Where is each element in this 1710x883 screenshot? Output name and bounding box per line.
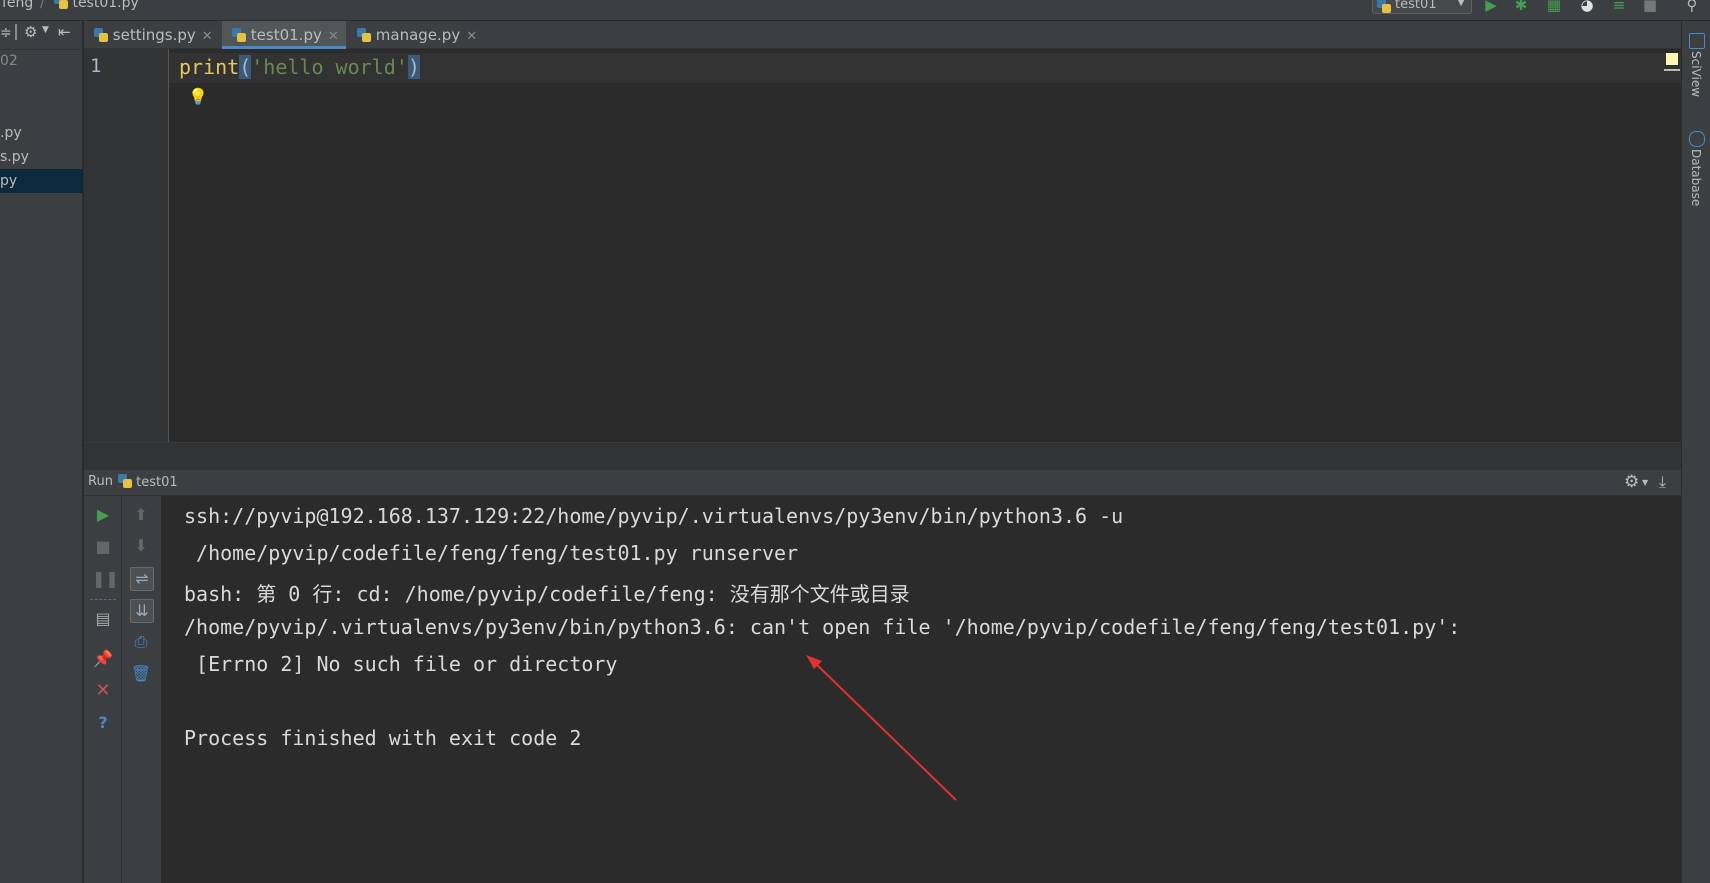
annotation-arrow-line (811, 659, 957, 801)
annotation-arrow (806, 655, 957, 801)
